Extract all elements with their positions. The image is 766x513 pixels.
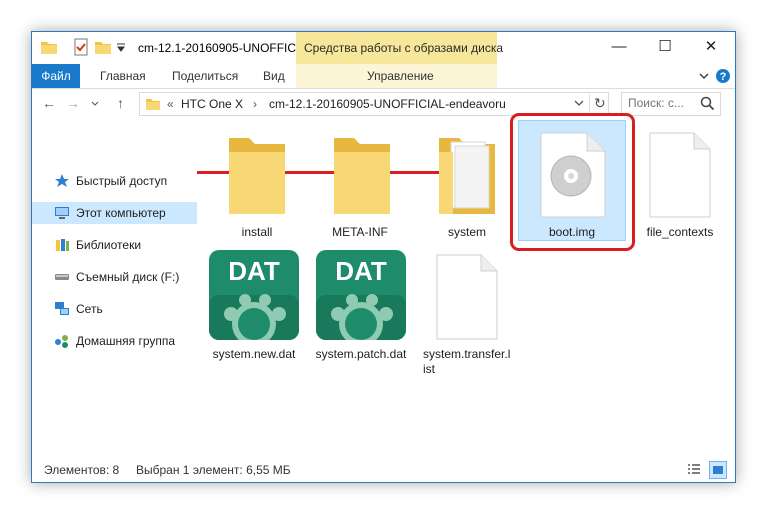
close-button[interactable]: ✕ [688,32,734,64]
explorer-window: cm-12.1-20160905-UNOFFIC... Средства раб… [31,31,736,483]
file-name: system.patch.dat [315,347,407,361]
folder-documents-icon [439,138,495,214]
breadcrumb-overflow[interactable]: « [167,97,174,111]
maximize-button[interactable]: ☐ [642,32,688,64]
breadcrumb-separator[interactable]: › [253,97,257,111]
context-tab-title: Средства работы с образами диска [304,41,504,55]
boot-img-highlight-frame [510,113,635,251]
recent-locations-chevron-icon[interactable] [91,100,99,108]
folder-icon [146,99,160,110]
dat-label: DAT [228,256,280,286]
tab-file[interactable]: Файл [32,64,80,88]
breadcrumb-current-folder[interactable]: cm-12.1-20160905-UNOFFICIAL-endeavoru [269,97,506,111]
file-name: file_contexts [646,225,714,239]
large-icons-view-icon[interactable] [709,461,727,479]
forward-button[interactable]: → [66,95,80,111]
folder-icon [334,138,390,214]
sidebar-item-label: Библиотеки [76,238,142,252]
new-folder-icon[interactable] [94,38,112,56]
file-item-install[interactable]: install [207,128,307,248]
title-bar: cm-12.1-20160905-UNOFFIC... Средства раб… [32,32,735,64]
file-item-system[interactable]: system [417,128,517,248]
search-input[interactable] [628,96,690,110]
computer-icon [55,207,69,219]
file-item-system-new-dat[interactable]: DAT system.new.dat [204,250,304,380]
sidebar-item-label: Сеть [76,302,103,316]
sidebar-item-label: Этот компьютер [76,206,166,220]
status-bar: Элементов: 8 Выбран 1 элемент: 6,55 МБ [32,457,735,482]
ribbon-tabs: Файл Главная Поделиться Вид Управление ? [32,64,735,89]
dat-label: DAT [335,256,387,286]
up-button[interactable]: ↑ [117,95,124,111]
removable-drive-icon [55,274,69,280]
customize-toolbar-icon[interactable] [116,42,126,52]
sidebar-item-label: Съемный диск (F:) [76,270,180,284]
chevron-down-icon[interactable] [698,70,710,82]
properties-icon[interactable] [72,38,90,56]
sidebar-item-network[interactable]: Сеть [32,298,197,320]
search-box[interactable] [621,92,721,116]
file-icon [436,254,498,340]
folder-icon [41,42,57,54]
file-name: install [241,225,273,239]
file-name: system [447,225,486,239]
sidebar-item-homegroup[interactable]: Домашняя группа [32,330,197,352]
navigation-pane: Быстрый доступ Этот компьютер Библиотеки… [32,119,197,457]
file-item-meta-inf[interactable]: META-INF [310,128,410,248]
file-name: system.transfer.list [423,347,511,376]
tab-manage[interactable]: Управление [367,69,434,83]
selection-info: Выбран 1 элемент: 6,55 МБ [136,463,291,477]
details-view-icon[interactable] [686,462,702,478]
homegroup-icon [55,335,68,348]
file-item-file-contexts[interactable]: file_contexts [630,128,730,248]
refresh-button[interactable]: ↻ [594,95,606,112]
sidebar-item-libraries[interactable]: Библиотеки [32,234,197,256]
tab-home[interactable]: Главная [100,69,146,83]
minimize-button[interactable]: — [596,32,642,64]
context-tab-area: Управление [296,64,497,88]
window-title: cm-12.1-20160905-UNOFFIC... [138,41,307,55]
item-count: Элементов: 8 [44,463,120,477]
sidebar-item-removable-drive[interactable]: Съемный диск (F:) [32,266,197,288]
sidebar-item-label: Домашняя группа [76,334,176,348]
svg-text:?: ? [720,71,727,83]
breadcrumb-htc-one-x[interactable]: HTC One X [181,97,243,111]
help-icon[interactable]: ? [715,68,731,84]
address-divider [589,94,590,114]
file-item-system-transfer-list[interactable]: system.transfer.list [417,250,517,380]
star-icon [55,174,69,187]
address-history-chevron-icon[interactable] [574,100,584,108]
library-icon [56,239,69,251]
context-tab-header: Средства работы с образами диска [296,32,503,64]
folder-icon [229,138,285,214]
sidebar-item-quick-access[interactable]: Быстрый доступ [32,170,197,192]
search-icon[interactable] [700,96,715,111]
back-button[interactable]: ← [42,95,56,111]
dat-file-icon: DAT [209,250,299,340]
file-icon [649,132,711,218]
network-icon [55,302,69,315]
tab-view[interactable]: Вид [263,69,285,83]
file-name: system.new.dat [212,347,296,361]
file-name: META-INF [332,225,388,239]
sidebar-item-label: Быстрый доступ [76,174,168,188]
tab-share[interactable]: Поделиться [172,69,238,83]
sidebar-item-this-pc[interactable]: Этот компьютер [32,202,197,224]
dat-file-icon: DAT [316,250,406,340]
file-item-system-patch-dat[interactable]: DAT system.patch.dat [311,250,411,380]
